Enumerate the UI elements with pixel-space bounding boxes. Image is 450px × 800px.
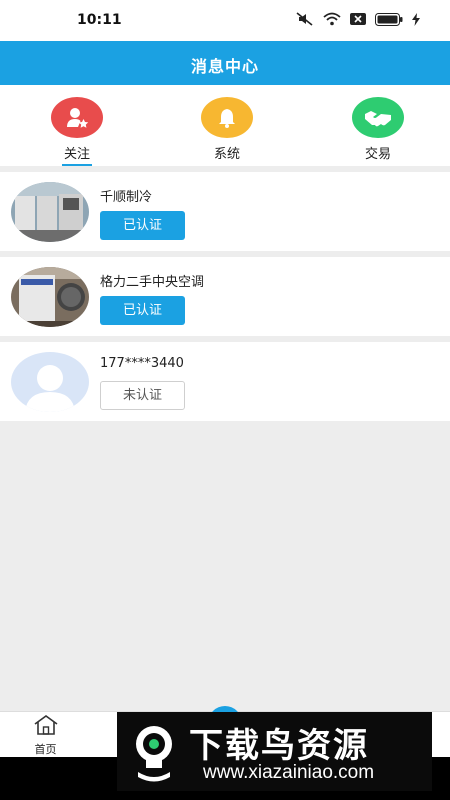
user-star-icon bbox=[51, 97, 103, 138]
default-avatar bbox=[11, 352, 89, 412]
list-item[interactable]: 千顺制冷 已认证 bbox=[0, 172, 450, 251]
home-icon bbox=[34, 715, 57, 735]
avatar bbox=[11, 182, 89, 242]
header: 消息中心 bbox=[0, 41, 450, 85]
status-bar: 10:11 bbox=[0, 0, 450, 41]
battery-icon bbox=[375, 12, 403, 26]
handshake-icon bbox=[352, 97, 404, 138]
wifi-icon bbox=[323, 12, 341, 26]
item-name: 格力二手中央空调 bbox=[100, 275, 205, 290]
uncertified-badge: 未认证 bbox=[100, 381, 185, 410]
avatar bbox=[11, 267, 89, 327]
list-item[interactable]: 177****3440 未认证 bbox=[0, 342, 450, 421]
tab-follow-label: 关注 bbox=[63, 147, 90, 162]
watermark: 下载鸟资源 www.xiazainiao.com bbox=[117, 712, 432, 791]
nav-home-label: 首页 bbox=[34, 743, 57, 756]
watermark-title: 下载鸟资源 bbox=[189, 726, 369, 766]
watermark-url: www.xiazainiao.com bbox=[203, 762, 375, 783]
tab-follow[interactable]: 关注 bbox=[32, 97, 122, 166]
tab-trade-label: 交易 bbox=[364, 147, 391, 162]
tab-trade[interactable]: 交易 bbox=[333, 97, 423, 162]
bell-icon bbox=[201, 97, 253, 138]
sim-blocked-icon bbox=[350, 13, 366, 25]
certified-badge: 已认证 bbox=[100, 296, 185, 325]
message-category-tabs: 关注 系统 交易 bbox=[0, 85, 450, 166]
status-icons bbox=[296, 12, 420, 26]
charging-icon bbox=[412, 12, 420, 26]
tab-system-label: 系统 bbox=[213, 147, 240, 162]
active-tab-indicator bbox=[62, 164, 92, 166]
tab-system[interactable]: 系统 bbox=[182, 97, 272, 162]
nav-home[interactable]: 首页 bbox=[18, 714, 73, 757]
item-name: 千顺制冷 bbox=[100, 190, 153, 205]
mute-icon bbox=[296, 12, 313, 26]
watermark-logo bbox=[136, 726, 172, 782]
page-title: 消息中心 bbox=[190, 57, 259, 76]
item-name: 177****3440 bbox=[100, 356, 184, 371]
certified-badge: 已认证 bbox=[100, 211, 185, 240]
status-time: 10:11 bbox=[77, 12, 122, 28]
list-item[interactable]: 格力二手中央空调 已认证 bbox=[0, 257, 450, 336]
